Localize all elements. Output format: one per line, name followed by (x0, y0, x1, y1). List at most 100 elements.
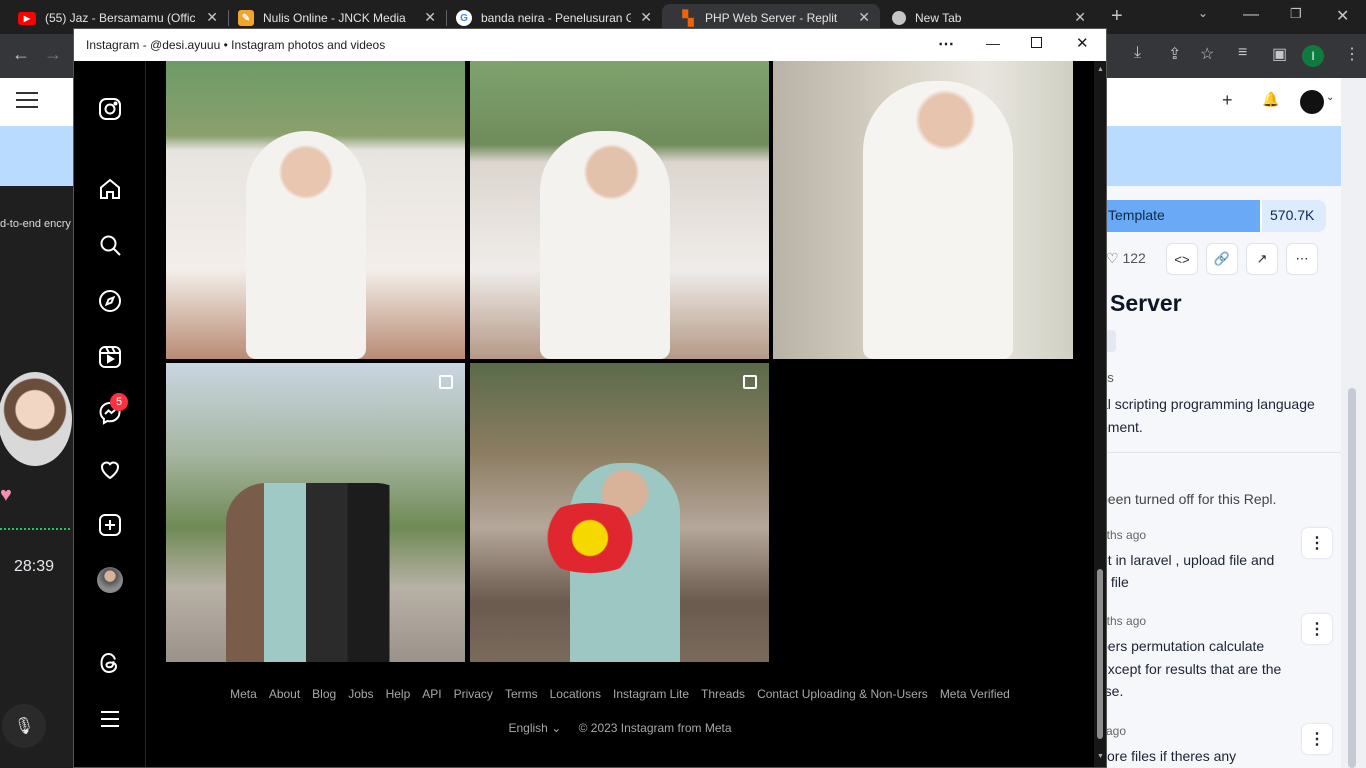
new-tab-plus-icon[interactable]: + (1111, 5, 1123, 28)
audio-duration: 28:39 (14, 558, 55, 575)
footer-link[interactable]: Terms (505, 687, 538, 701)
profile-avatar[interactable] (97, 567, 123, 593)
close-tab-icon[interactable]: ✕ (640, 9, 652, 26)
create-plus-icon[interactable]: + (1222, 90, 1233, 111)
media-control-icon[interactable]: ≡ (1238, 44, 1247, 62)
home-icon[interactable] (96, 175, 124, 203)
maximize-icon[interactable] (1031, 37, 1042, 48)
threads-icon[interactable] (96, 649, 124, 677)
code-icon[interactable]: <> (1166, 243, 1198, 275)
back-arrow-icon[interactable]: ← (12, 44, 30, 65)
window-titlebar: Instagram - @desi.ayuuu • Instagram phot… (74, 29, 1106, 61)
close-tab-icon[interactable]: ✕ (1074, 9, 1086, 26)
profile-avatar[interactable]: I (1302, 45, 1324, 67)
replit-header-strip (0, 78, 78, 126)
google-icon: G (456, 10, 472, 26)
close-tab-icon[interactable]: ✕ (858, 9, 870, 26)
footer-link[interactable]: Help (386, 687, 411, 701)
scroll-up-arrow-icon[interactable]: ▲ (1097, 66, 1104, 73)
create-post-icon[interactable] (96, 511, 124, 539)
notification-bell-icon[interactable]: 🔔 (1262, 91, 1279, 108)
reels-icon[interactable] (96, 343, 124, 371)
close-tab-icon[interactable]: ✕ (424, 9, 436, 26)
post-subject (246, 131, 366, 359)
page-scrollbar[interactable] (1341, 78, 1366, 768)
bookmark-star-icon[interactable]: ☆ (1200, 44, 1214, 64)
more-options-icon[interactable]: ⋯ (938, 34, 954, 54)
post-thumbnail[interactable] (166, 363, 465, 662)
close-tab-icon[interactable]: ✕ (206, 9, 218, 26)
link-icon[interactable]: 🔗 (1206, 243, 1238, 275)
footer-link[interactable]: API (422, 687, 441, 701)
search-icon[interactable] (96, 231, 124, 259)
post-bouquet (530, 503, 650, 573)
footer-link[interactable]: Jobs (348, 687, 373, 701)
instagram-logo-icon[interactable] (96, 95, 124, 123)
footer-links: Meta About Blog Jobs Help API Privacy Terms Loca… (146, 685, 1094, 703)
comment-time: ago (1106, 724, 1127, 738)
external-link-icon[interactable]: ↗ (1246, 243, 1278, 275)
chevron-down-icon[interactable]: ⌄ (1326, 92, 1334, 103)
template-bar[interactable]: Template 570.7K (1100, 200, 1326, 232)
share-icon[interactable]: ⇪ (1168, 44, 1181, 64)
hamburger-menu-icon[interactable] (16, 92, 38, 108)
post-thumbnail[interactable] (470, 61, 769, 359)
replit-icon: ▚ (682, 9, 694, 26)
template-count: 570.7K (1262, 200, 1326, 232)
explore-compass-icon[interactable] (96, 287, 124, 315)
post-thumbnail[interactable] (470, 363, 769, 662)
nulis-online-icon: ✎ (238, 10, 254, 26)
messenger-icon[interactable]: 5 (96, 393, 128, 427)
footer-link[interactable]: About (269, 687, 300, 701)
more-options-icon[interactable]: ⋯ (1286, 243, 1318, 275)
audio-waveform (0, 528, 70, 538)
close-icon[interactable]: ✕ (1076, 34, 1089, 52)
chevron-down-icon[interactable]: ⌄ (1198, 6, 1208, 20)
close-window-icon[interactable]: ✕ (1336, 6, 1349, 26)
menu-kebab-icon[interactable]: ⋮ (1344, 44, 1360, 64)
window-scrollbar[interactable]: ▲ ▼ (1094, 61, 1106, 767)
comment-text: bers permutation calculate (1100, 638, 1265, 654)
footer-link[interactable]: Contact Uploading & Non-Users (757, 687, 928, 701)
minimize-icon[interactable]: — (1243, 6, 1259, 24)
comment-text: except for results that are the (1100, 661, 1282, 677)
like-button[interactable]: ♡ 122 (1106, 250, 1146, 267)
scroll-down-arrow-icon[interactable]: ▼ (1097, 753, 1104, 760)
comment-menu-icon[interactable]: ⋮ (1302, 724, 1332, 754)
footer-link[interactable]: Meta (230, 687, 257, 701)
restore-icon[interactable]: ❐ (1290, 6, 1302, 22)
footer-link[interactable]: Threads (701, 687, 745, 701)
footer-link[interactable]: Privacy (454, 687, 493, 701)
forward-arrow-icon[interactable]: → (44, 44, 62, 65)
description-line1: al scripting programming language (1100, 396, 1315, 412)
instagram-popup-window: Instagram - @desi.ayuuu • Instagram phot… (73, 28, 1107, 768)
replit-topbar: + 🔔 ⌄ (1100, 78, 1366, 126)
footer-link[interactable]: Locations (550, 687, 601, 701)
multi-photo-icon (743, 375, 757, 389)
chrome-icon (892, 11, 906, 25)
footer-link[interactable]: Blog (312, 687, 336, 701)
minimize-icon[interactable]: — (986, 35, 1000, 51)
comment-menu-icon[interactable]: ⋮ (1302, 614, 1332, 644)
post-thumbnail[interactable] (773, 61, 1073, 359)
side-panel-icon[interactable]: ▣ (1272, 44, 1287, 64)
more-menu-icon[interactable] (96, 705, 124, 733)
chevron-down-icon: ⌄ (551, 721, 562, 735)
post-subject (863, 81, 1013, 359)
banner-strip (0, 126, 78, 186)
post-thumbnail[interactable] (166, 61, 465, 359)
notifications-heart-icon[interactable] (96, 455, 124, 483)
footer-meta: English ⌄ © 2023 Instagram from Meta (146, 721, 1094, 735)
footer-link[interactable]: Meta Verified (940, 687, 1010, 701)
user-avatar[interactable] (1300, 90, 1324, 114)
scrollbar-thumb[interactable] (1097, 569, 1103, 739)
comments-off-notice: been turned off for this Repl. (1100, 491, 1277, 507)
contact-photo (0, 372, 72, 466)
language-selector[interactable]: English ⌄ (508, 721, 561, 735)
install-icon[interactable]: ⤓ (1134, 44, 1141, 62)
comment-menu-icon[interactable]: ⋮ (1302, 528, 1332, 558)
post-subject (540, 131, 670, 359)
footer-link[interactable]: Instagram Lite (613, 687, 689, 701)
microphone-icon[interactable]: 🎙 (2, 704, 46, 748)
window-title: Instagram - @desi.ayuuu • Instagram phot… (86, 38, 386, 52)
